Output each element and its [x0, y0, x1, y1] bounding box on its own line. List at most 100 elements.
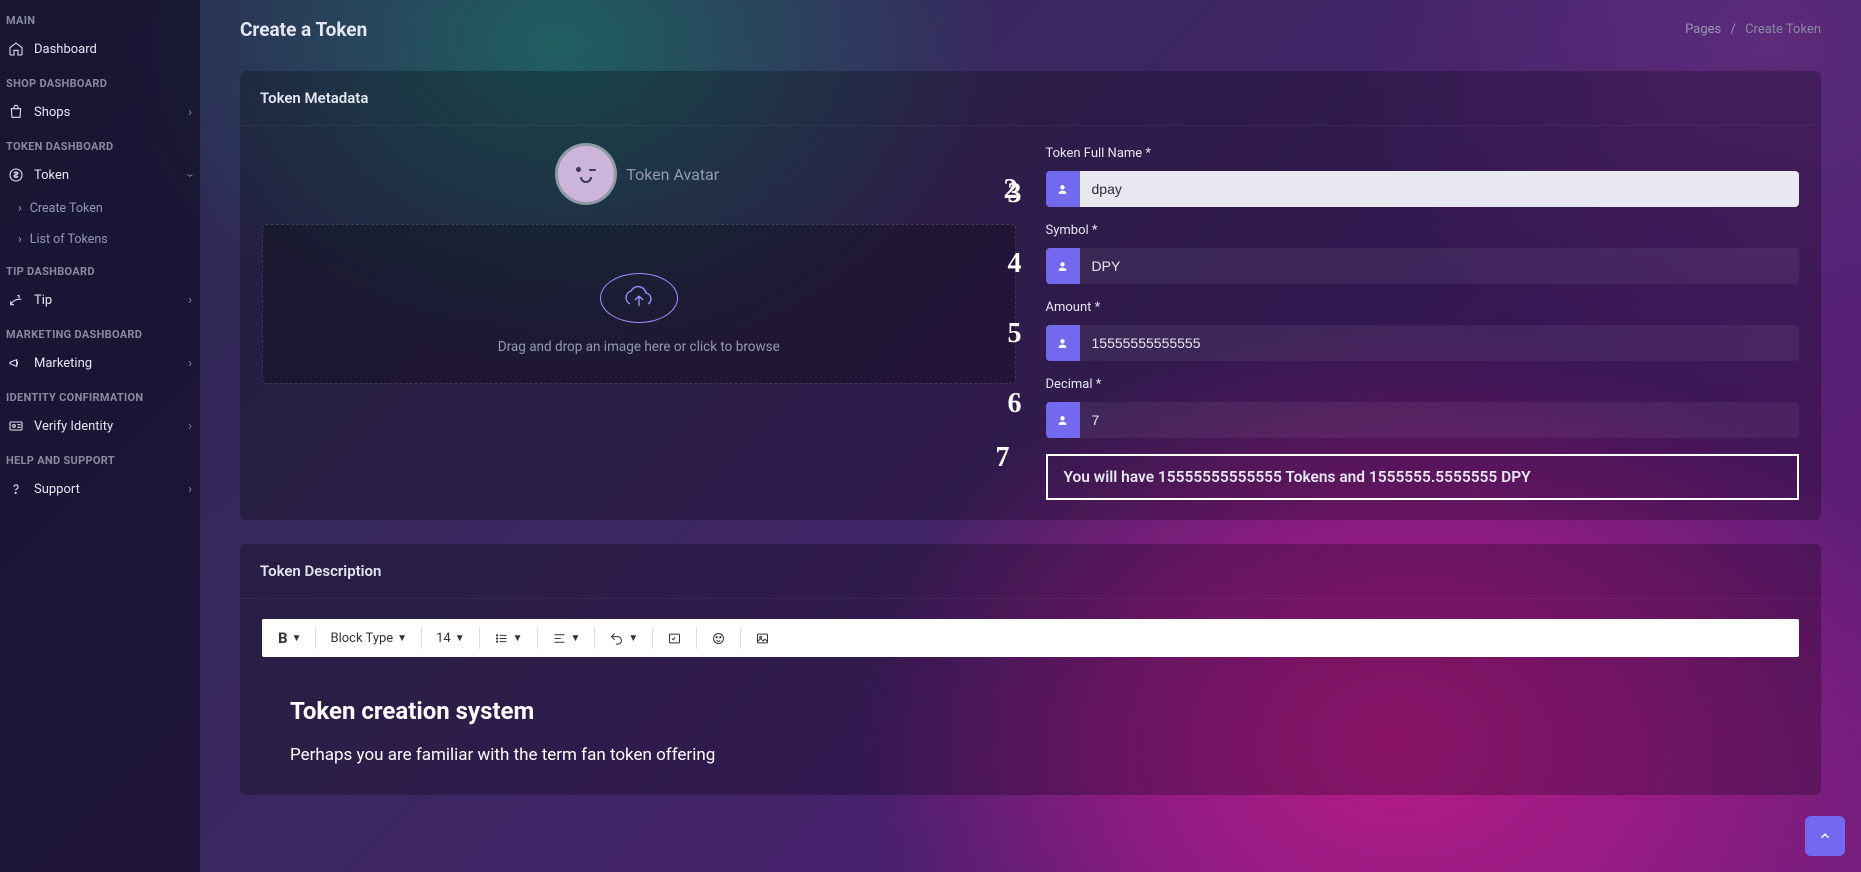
- breadcrumb-sep: /: [1730, 22, 1735, 37]
- bullet-icon: ›: [18, 232, 22, 247]
- separator: [594, 627, 595, 649]
- separator: [652, 627, 653, 649]
- emoji-button[interactable]: [705, 627, 732, 650]
- breadcrumb-root[interactable]: Pages: [1685, 22, 1721, 37]
- token-metadata-card: Token Metadata Token Avatar 2: [240, 71, 1821, 520]
- breadcrumb-current: Create Token: [1745, 22, 1821, 37]
- dollar-icon: [8, 167, 24, 183]
- sidebar-section-marketing: MARKETING DASHBOARD: [0, 318, 200, 345]
- home-icon: [8, 41, 24, 57]
- sidebar-subitem-label: List of Tokens: [30, 232, 108, 247]
- chevron-right-icon: ›: [188, 356, 192, 371]
- label-decimal: Decimal *: [1046, 377, 1800, 392]
- annotation-6: 6: [1008, 388, 1022, 420]
- editor-toolbar: B▼ Block Type▼ 14▼ ▼ ▼ ▼: [262, 619, 1799, 657]
- field-token-name: Token Full Name *: [1046, 146, 1800, 207]
- idcard-icon: [8, 418, 24, 434]
- embed-button[interactable]: [661, 627, 688, 650]
- annotation-3: 3: [1008, 178, 1022, 210]
- sidebar-item-marketing[interactable]: Marketing ›: [0, 345, 200, 381]
- sidebar-section-token: TOKEN DASHBOARD: [0, 130, 200, 157]
- fontsize-select[interactable]: 14▼: [430, 627, 471, 650]
- sidebar-item-label: Verify Identity: [34, 419, 113, 434]
- separator: [479, 627, 480, 649]
- image-dropzone[interactable]: Drag and drop an image here or click to …: [262, 224, 1016, 384]
- user-icon: [1046, 402, 1080, 438]
- chevron-right-icon: ›: [188, 482, 192, 497]
- megaphone-icon: [8, 355, 24, 371]
- label-token-name: Token Full Name *: [1046, 146, 1800, 161]
- annotation-5: 5: [1008, 318, 1022, 350]
- description-paragraph: Perhaps you are familiar with the term f…: [290, 745, 1771, 765]
- label-symbol: Symbol *: [1046, 223, 1800, 238]
- input-amount[interactable]: [1080, 325, 1800, 361]
- undo-button[interactable]: ▼: [603, 627, 644, 650]
- separator: [421, 627, 422, 649]
- sidebar-item-dashboard[interactable]: Dashboard: [0, 31, 200, 67]
- separator: [740, 627, 741, 649]
- field-symbol: Symbol *: [1046, 223, 1800, 284]
- upload-cloud-icon: [600, 273, 678, 323]
- sidebar-subitem-list-tokens[interactable]: › List of Tokens: [0, 224, 200, 255]
- bag-icon: [8, 104, 24, 120]
- sidebar-section-shop: SHOP DASHBOARD: [0, 67, 200, 94]
- sidebar-item-label: Marketing: [34, 356, 92, 371]
- sidebar-item-token[interactable]: Token ›: [0, 157, 200, 193]
- dropzone-text: Drag and drop an image here or click to …: [498, 339, 780, 355]
- description-heading: Token creation system: [290, 697, 1771, 725]
- list-button[interactable]: ▼: [488, 627, 529, 650]
- chevron-right-icon: ›: [188, 419, 192, 434]
- sidebar-item-label: Shops: [34, 105, 70, 120]
- sidebar-item-support[interactable]: Support ›: [0, 471, 200, 507]
- label-amount: Amount *: [1046, 300, 1800, 315]
- sidebar-item-verify-identity[interactable]: Verify Identity ›: [0, 408, 200, 444]
- token-avatar-image: [558, 146, 614, 202]
- input-decimal[interactable]: [1080, 402, 1800, 438]
- annotation-7: 7: [996, 442, 1010, 474]
- annotation-4: 4: [1008, 248, 1022, 280]
- separator: [315, 627, 316, 649]
- question-icon: [8, 481, 24, 497]
- user-icon: [1046, 325, 1080, 361]
- bold-button[interactable]: B▼: [272, 625, 307, 651]
- sidebar-item-label: Tip: [34, 293, 52, 308]
- align-button[interactable]: ▼: [546, 627, 587, 650]
- card-header: Token Description: [240, 544, 1821, 599]
- sidebar-item-tip[interactable]: Tip ›: [0, 282, 200, 318]
- sidebar-subitem-create-token[interactable]: › Create Token: [0, 193, 200, 224]
- main-content: Create a Token Pages / Create Token Toke…: [200, 0, 1861, 872]
- editor-content[interactable]: Token creation system Perhaps you are fa…: [262, 657, 1799, 775]
- scroll-to-top-button[interactable]: [1805, 816, 1845, 856]
- sidebar: MAIN Dashboard SHOP DASHBOARD Shops › TO…: [0, 0, 200, 872]
- page-title: Create a Token: [240, 18, 367, 41]
- sidebar-item-label: Support: [34, 482, 80, 497]
- separator: [696, 627, 697, 649]
- chevron-down-icon: ›: [183, 173, 198, 177]
- sidebar-section-support: HELP AND SUPPORT: [0, 444, 200, 471]
- separator: [537, 627, 538, 649]
- input-symbol[interactable]: [1080, 248, 1800, 284]
- token-avatar-row: Token Avatar: [262, 146, 1016, 202]
- sidebar-section-identity: IDENTITY CONFIRMATION: [0, 381, 200, 408]
- token-description-card: Token Description B▼ Block Type▼ 14▼ ▼ ▼…: [240, 544, 1821, 795]
- sidebar-subitem-label: Create Token: [30, 201, 103, 216]
- tip-icon: [8, 292, 24, 308]
- input-token-name[interactable]: [1080, 171, 1800, 207]
- sidebar-item-shops[interactable]: Shops ›: [0, 94, 200, 130]
- field-decimal: Decimal *: [1046, 377, 1800, 438]
- bullet-icon: ›: [18, 201, 22, 216]
- user-icon: [1046, 171, 1080, 207]
- sidebar-section-main: MAIN: [0, 4, 200, 31]
- field-amount: Amount *: [1046, 300, 1800, 361]
- page-header: Create a Token Pages / Create Token: [240, 0, 1821, 71]
- blocktype-select[interactable]: Block Type▼: [324, 627, 413, 650]
- card-header: Token Metadata: [240, 71, 1821, 126]
- image-button[interactable]: [749, 627, 776, 650]
- token-summary: You will have 15555555555555 Tokens and …: [1046, 454, 1800, 500]
- token-avatar-label: Token Avatar: [626, 165, 719, 184]
- chevron-right-icon: ›: [188, 293, 192, 308]
- sidebar-item-label: Token: [34, 168, 69, 183]
- chevron-right-icon: ›: [188, 105, 192, 120]
- sidebar-section-tip: TIP DASHBOARD: [0, 255, 200, 282]
- sidebar-item-label: Dashboard: [34, 42, 97, 57]
